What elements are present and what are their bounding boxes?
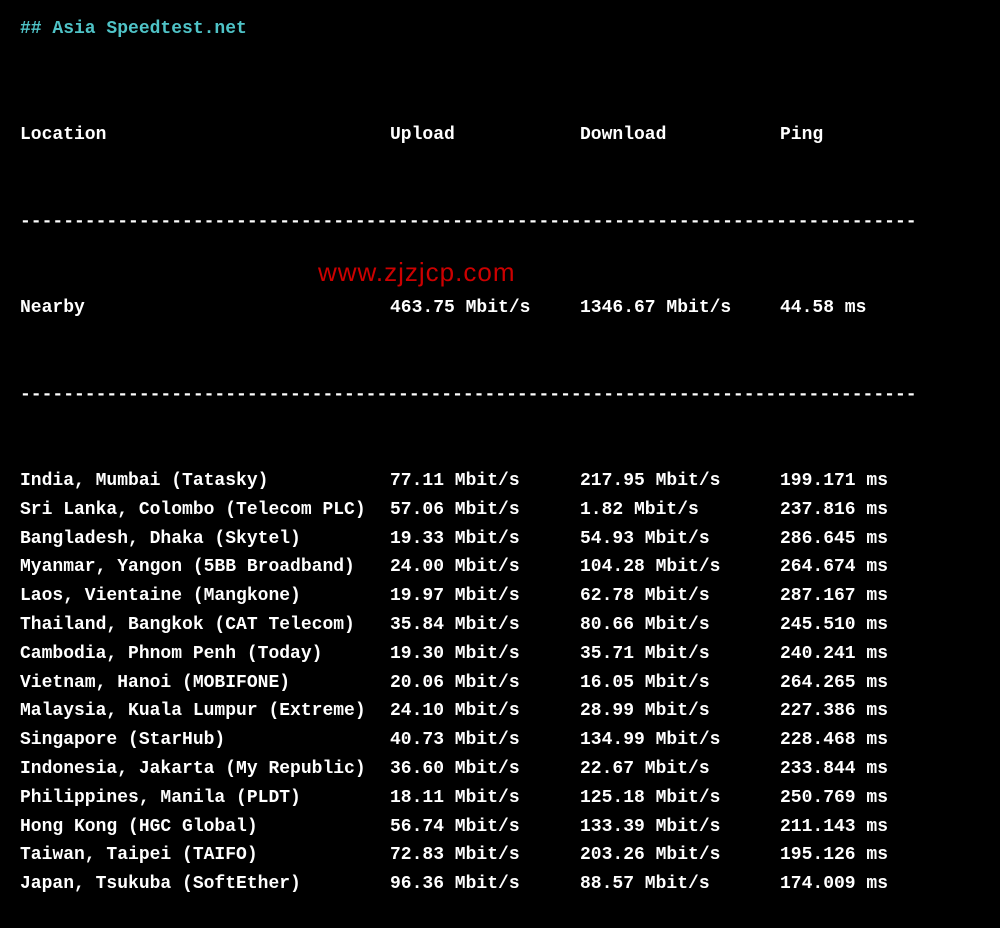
- cell-ping: 264.265 ms: [780, 669, 960, 698]
- cell-location: Cambodia, Phnom Penh (Today): [20, 640, 390, 669]
- cell-download: 62.78 Mbit/s: [580, 582, 780, 611]
- cell-download: 125.18 Mbit/s: [580, 784, 780, 813]
- page-title: ## Asia Speedtest.net: [20, 15, 980, 44]
- table-row: Myanmar, Yangon (5BB Broadband)24.00 Mbi…: [20, 553, 980, 582]
- table-row: Hong Kong (HGC Global)56.74 Mbit/s133.39…: [20, 813, 980, 842]
- cell-download: 54.93 Mbit/s: [580, 525, 780, 554]
- table-row: Taiwan, Taipei (TAIFO)72.83 Mbit/s203.26…: [20, 841, 980, 870]
- cell-location: Hong Kong (HGC Global): [20, 813, 390, 842]
- cell-location: Laos, Vientaine (Mangkone): [20, 582, 390, 611]
- cell-download: 28.99 Mbit/s: [580, 697, 780, 726]
- cell-download: 133.39 Mbit/s: [580, 813, 780, 842]
- header-ping: Ping: [780, 121, 960, 150]
- table-row: Sri Lanka, Colombo (Telecom PLC)57.06 Mb…: [20, 496, 980, 525]
- cell-ping: 233.844 ms: [780, 755, 960, 784]
- table-row: Indonesia, Jakarta (My Republic)36.60 Mb…: [20, 755, 980, 784]
- cell-download: 88.57 Mbit/s: [580, 870, 780, 899]
- nearby-location: Nearby: [20, 294, 390, 323]
- cell-download: 80.66 Mbit/s: [580, 611, 780, 640]
- cell-ping: 228.468 ms: [780, 726, 960, 755]
- cell-ping: 250.769 ms: [780, 784, 960, 813]
- header-upload: Upload: [390, 121, 580, 150]
- cell-download: 217.95 Mbit/s: [580, 467, 780, 496]
- header-download: Download: [580, 121, 780, 150]
- cell-upload: 19.30 Mbit/s: [390, 640, 580, 669]
- cell-upload: 18.11 Mbit/s: [390, 784, 580, 813]
- cell-ping: 195.126 ms: [780, 841, 960, 870]
- nearby-ping: 44.58 ms: [780, 294, 960, 323]
- table-row: Singapore (StarHub)40.73 Mbit/s134.99 Mb…: [20, 726, 980, 755]
- nearby-upload: 463.75 Mbit/s: [390, 294, 580, 323]
- cell-upload: 56.74 Mbit/s: [390, 813, 580, 842]
- nearby-download: 1346.67 Mbit/s: [580, 294, 780, 323]
- cell-ping: 240.241 ms: [780, 640, 960, 669]
- table-row: Malaysia, Kuala Lumpur (Extreme)24.10 Mb…: [20, 697, 980, 726]
- cell-location: Taiwan, Taipei (TAIFO): [20, 841, 390, 870]
- cell-ping: 287.167 ms: [780, 582, 960, 611]
- table-row: Philippines, Manila (PLDT)18.11 Mbit/s12…: [20, 784, 980, 813]
- table-row: Cambodia, Phnom Penh (Today)19.30 Mbit/s…: [20, 640, 980, 669]
- cell-download: 1.82 Mbit/s: [580, 496, 780, 525]
- table-row: Laos, Vientaine (Mangkone)19.97 Mbit/s62…: [20, 582, 980, 611]
- cell-upload: 77.11 Mbit/s: [390, 467, 580, 496]
- cell-download: 16.05 Mbit/s: [580, 669, 780, 698]
- cell-upload: 19.97 Mbit/s: [390, 582, 580, 611]
- cell-location: Japan, Tsukuba (SoftEther): [20, 870, 390, 899]
- cell-location: Indonesia, Jakarta (My Republic): [20, 755, 390, 784]
- cell-download: 35.71 Mbit/s: [580, 640, 780, 669]
- cell-ping: 264.674 ms: [780, 553, 960, 582]
- table-row: India, Mumbai (Tatasky)77.11 Mbit/s217.9…: [20, 467, 980, 496]
- cell-location: Philippines, Manila (PLDT): [20, 784, 390, 813]
- cell-location: India, Mumbai (Tatasky): [20, 467, 390, 496]
- speedtest-table: Location Upload Download Ping ----------…: [20, 64, 980, 928]
- cell-ping: 174.009 ms: [780, 870, 960, 899]
- cell-ping: 286.645 ms: [780, 525, 960, 554]
- cell-upload: 20.06 Mbit/s: [390, 669, 580, 698]
- cell-upload: 36.60 Mbit/s: [390, 755, 580, 784]
- cell-download: 134.99 Mbit/s: [580, 726, 780, 755]
- cell-location: Malaysia, Kuala Lumpur (Extreme): [20, 697, 390, 726]
- cell-location: Thailand, Bangkok (CAT Telecom): [20, 611, 390, 640]
- cell-upload: 57.06 Mbit/s: [390, 496, 580, 525]
- cell-upload: 72.83 Mbit/s: [390, 841, 580, 870]
- cell-ping: 237.816 ms: [780, 496, 960, 525]
- cell-location: Vietnam, Hanoi (MOBIFONE): [20, 669, 390, 698]
- cell-upload: 24.10 Mbit/s: [390, 697, 580, 726]
- cell-location: Myanmar, Yangon (5BB Broadband): [20, 553, 390, 582]
- table-row: Vietnam, Hanoi (MOBIFONE)20.06 Mbit/s16.…: [20, 669, 980, 698]
- cell-upload: 19.33 Mbit/s: [390, 525, 580, 554]
- cell-download: 104.28 Mbit/s: [580, 553, 780, 582]
- table-row: Bangladesh, Dhaka (Skytel)19.33 Mbit/s54…: [20, 525, 980, 554]
- cell-download: 22.67 Mbit/s: [580, 755, 780, 784]
- table-row: Thailand, Bangkok (CAT Telecom)35.84 Mbi…: [20, 611, 980, 640]
- cell-upload: 40.73 Mbit/s: [390, 726, 580, 755]
- cell-location: Sri Lanka, Colombo (Telecom PLC): [20, 496, 390, 525]
- table-header: Location Upload Download Ping: [20, 121, 980, 150]
- cell-download: 203.26 Mbit/s: [580, 841, 780, 870]
- nearby-row: Nearby 463.75 Mbit/s 1346.67 Mbit/s 44.5…: [20, 294, 980, 323]
- cell-ping: 245.510 ms: [780, 611, 960, 640]
- header-location: Location: [20, 121, 390, 150]
- cell-ping: 199.171 ms: [780, 467, 960, 496]
- table-row: Japan, Tsukuba (SoftEther)96.36 Mbit/s88…: [20, 870, 980, 899]
- cell-upload: 24.00 Mbit/s: [390, 553, 580, 582]
- cell-upload: 96.36 Mbit/s: [390, 870, 580, 899]
- cell-location: Singapore (StarHub): [20, 726, 390, 755]
- cell-upload: 35.84 Mbit/s: [390, 611, 580, 640]
- cell-location: Bangladesh, Dhaka (Skytel): [20, 525, 390, 554]
- cell-ping: 211.143 ms: [780, 813, 960, 842]
- separator: ----------------------------------------…: [20, 208, 980, 237]
- separator: ----------------------------------------…: [20, 381, 980, 410]
- cell-ping: 227.386 ms: [780, 697, 960, 726]
